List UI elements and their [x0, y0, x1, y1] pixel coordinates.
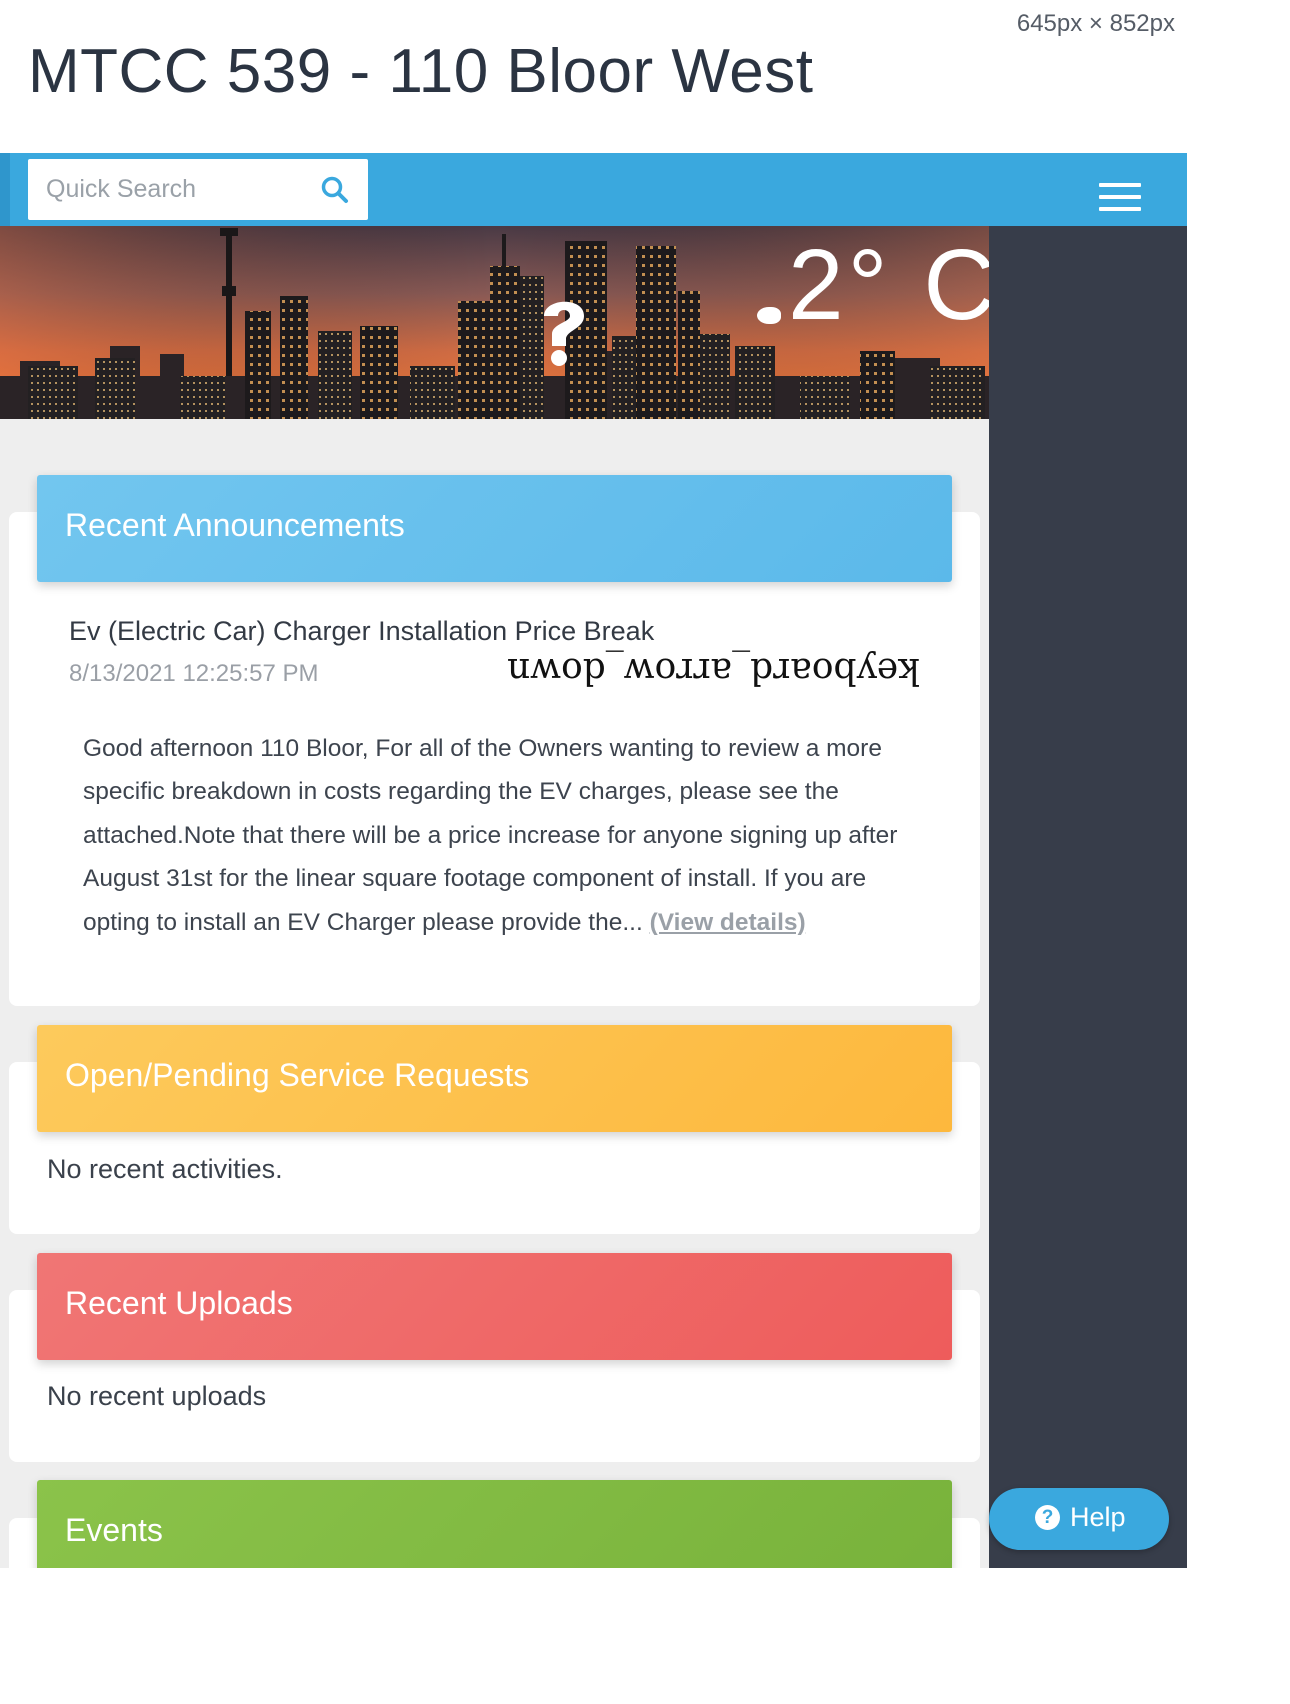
- service-requests-empty-text: No recent activities.: [47, 1154, 283, 1184]
- side-panel: [989, 226, 1187, 1568]
- search-input[interactable]: [46, 169, 311, 209]
- help-button[interactable]: ? Help: [989, 1488, 1169, 1550]
- announcements-header-title: Recent Announcements: [65, 507, 405, 543]
- service-requests-header-title: Open/Pending Service Requests: [65, 1057, 530, 1093]
- page: 645px × 852px MTCC 539 - 110 Bloor West: [0, 0, 1187, 1568]
- dashboard-content: Recent Announcements Open/Pending Servic…: [0, 419, 989, 1568]
- search-box: [28, 159, 368, 220]
- expand-toggle-icon[interactable]: keyboard_arrow_down: [507, 650, 920, 691]
- site-title: MTCC 539 - 110 Bloor West: [28, 37, 814, 106]
- help-label: Help: [1070, 1502, 1126, 1532]
- uploads-empty-text: No recent uploads: [47, 1381, 267, 1411]
- announcement-body-text: Good afternoon 110 Bloor, For all of the…: [83, 735, 898, 936]
- uploads-header-title: Recent Uploads: [65, 1285, 293, 1321]
- temperature-readout: 2° C: [788, 229, 989, 341]
- events-card-header: Events: [37, 1480, 952, 1568]
- top-navigation-bar: [0, 153, 1187, 226]
- announcement-title[interactable]: Ev (Electric Car) Charger Installation P…: [69, 616, 654, 647]
- announcement-date: 8/13/2021 12:25:57 PM: [69, 660, 319, 687]
- search-icon[interactable]: [320, 175, 350, 205]
- announcement-body: Good afternoon 110 Bloor, For all of the…: [83, 727, 923, 944]
- weather-dot-icon: [757, 307, 781, 324]
- question-circle-icon: ?: [1035, 1505, 1060, 1530]
- events-header-title: Events: [65, 1512, 163, 1548]
- uploads-card-header: Recent Uploads: [37, 1253, 952, 1360]
- hamburger-menu-icon[interactable]: [1099, 183, 1141, 211]
- topbar-accent: [0, 153, 10, 226]
- weather-icon: [540, 290, 588, 370]
- weather-banner: 2° C: [0, 226, 989, 419]
- service-requests-card-header: Open/Pending Service Requests: [37, 1025, 952, 1132]
- announcements-card-header: Recent Announcements: [37, 475, 952, 582]
- dimensions-readout: 645px × 852px: [1016, 10, 1175, 37]
- view-details-link[interactable]: (View details): [650, 909, 806, 936]
